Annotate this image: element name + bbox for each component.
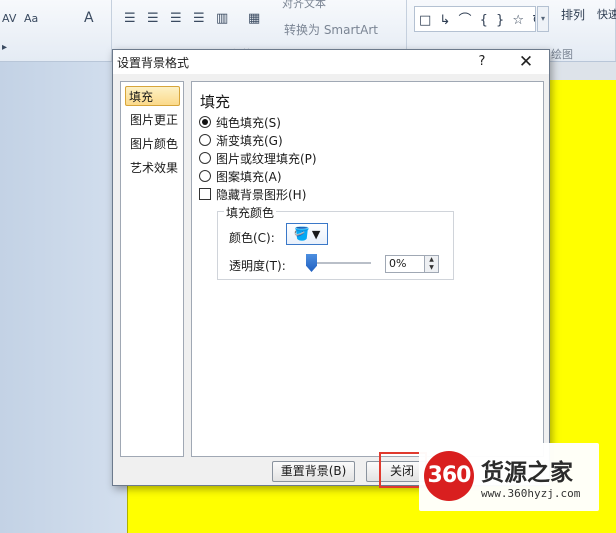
nav-item-fill[interactable]: 填充 [125, 86, 180, 106]
help-button[interactable]: ? [465, 52, 499, 72]
fill-color-group: 填充颜色 颜色(C): 🪣 ▼ 透明度(T): 0% ▲ ▼ [217, 204, 454, 280]
drawing-group-label: 绘图 [551, 48, 573, 61]
fill-color-group-label: 填充颜色 [224, 204, 277, 221]
columns-icon[interactable]: ▦ [248, 11, 260, 26]
transparency-input[interactable]: 0% [385, 255, 425, 273]
watermark-logo: 360 [424, 451, 474, 501]
font-group-launcher[interactable]: ▸ [2, 42, 7, 53]
picture-texture-fill-label: 图片或纹理填充(P) [216, 151, 317, 166]
transparency-slider-thumb[interactable] [306, 254, 317, 272]
dialog-titlebar[interactable]: 设置背景格式 ? ✕ [113, 50, 549, 74]
gradient-fill-label: 渐变填充(G) [216, 133, 283, 148]
radio-indicator [199, 152, 211, 164]
arrange-button[interactable]: 排列 [561, 6, 585, 23]
radio-indicator [199, 116, 211, 128]
align-center-icon[interactable]: ☰ [147, 11, 159, 26]
distribute-icon[interactable]: ▥ [216, 11, 228, 26]
quick-styles-button[interactable]: 快速 [597, 6, 616, 22]
pattern-fill-label: 图案填充(A) [216, 169, 282, 184]
radio-indicator [199, 170, 211, 182]
transparency-label: 透明度(T): [229, 259, 286, 273]
dialog-nav: 填充 图片更正 图片颜色 艺术效果 [120, 81, 184, 457]
align-text-button[interactable]: 对齐文本 [282, 0, 326, 11]
smartart-button[interactable]: 转换为 SmartArt [284, 21, 378, 38]
gradient-fill-radio[interactable]: 渐变填充(G) [199, 132, 283, 148]
align-right-icon[interactable]: ☰ [170, 11, 182, 26]
transparency-spinner[interactable]: ▲ ▼ [425, 255, 439, 273]
nav-item-picture-corrections[interactable]: 图片更正 [127, 110, 183, 130]
watermark-url: www.360hyzj.com [481, 487, 581, 500]
solid-fill-label: 纯色填充(S) [216, 115, 281, 130]
justify-icon[interactable]: ☰ [193, 11, 205, 26]
shapes-gallery-glyphs: □ ↳ ⌒ { } ☆ ↻ [419, 13, 536, 28]
hide-background-graphics-label: 隐藏背景图形(H) [216, 187, 307, 202]
panel-title: 填充 [200, 93, 231, 111]
nav-item-picture-color[interactable]: 图片颜色 [127, 134, 183, 154]
nav-item-artistic-effects[interactable]: 艺术效果 [127, 158, 183, 178]
align-left-icon[interactable]: ☰ [124, 11, 136, 26]
picture-texture-fill-radio[interactable]: 图片或纹理填充(P) [199, 150, 317, 166]
chevron-down-icon: ▼ [311, 227, 321, 241]
format-background-dialog: 设置背景格式 ? ✕ 填充 图片更正 图片颜色 艺术效果 填充 纯色填充(S) … [112, 49, 550, 486]
color-picker-button[interactable]: 🪣 ▼ [286, 223, 328, 245]
shapes-gallery[interactable]: □ ↳ ⌒ { } ☆ ↻ [414, 6, 536, 32]
font-color-button[interactable]: A [84, 10, 94, 26]
watermark: 360 货源之家 www.360hyzj.com [419, 443, 599, 511]
watermark-name: 货源之家 [481, 460, 573, 486]
ribbon-group-font [0, 0, 112, 61]
slide-thumbnail-pane[interactable] [0, 62, 128, 533]
dialog-title: 设置背景格式 [117, 56, 190, 70]
char-spacing-button[interactable]: AV [2, 12, 16, 25]
reset-background-button[interactable]: 重置背景(B) [272, 461, 355, 482]
paint-bucket-icon: 🪣 [293, 226, 310, 242]
color-label: 颜色(C): [229, 231, 275, 245]
fill-panel: 填充 纯色填充(S) 渐变填充(G) 图片或纹理填充(P) 图案填充(A) 隐藏… [191, 81, 544, 457]
font-size-button[interactable]: Aa [24, 12, 38, 25]
solid-fill-radio[interactable]: 纯色填充(S) [199, 114, 281, 130]
checkbox-indicator [199, 188, 211, 200]
pattern-fill-radio[interactable]: 图案填充(A) [199, 168, 282, 184]
hide-background-graphics-checkbox[interactable]: 隐藏背景图形(H) [199, 186, 306, 202]
close-icon[interactable]: ✕ [511, 52, 541, 72]
shapes-gallery-scroll[interactable]: ▾ [537, 6, 549, 32]
radio-indicator [199, 134, 211, 146]
